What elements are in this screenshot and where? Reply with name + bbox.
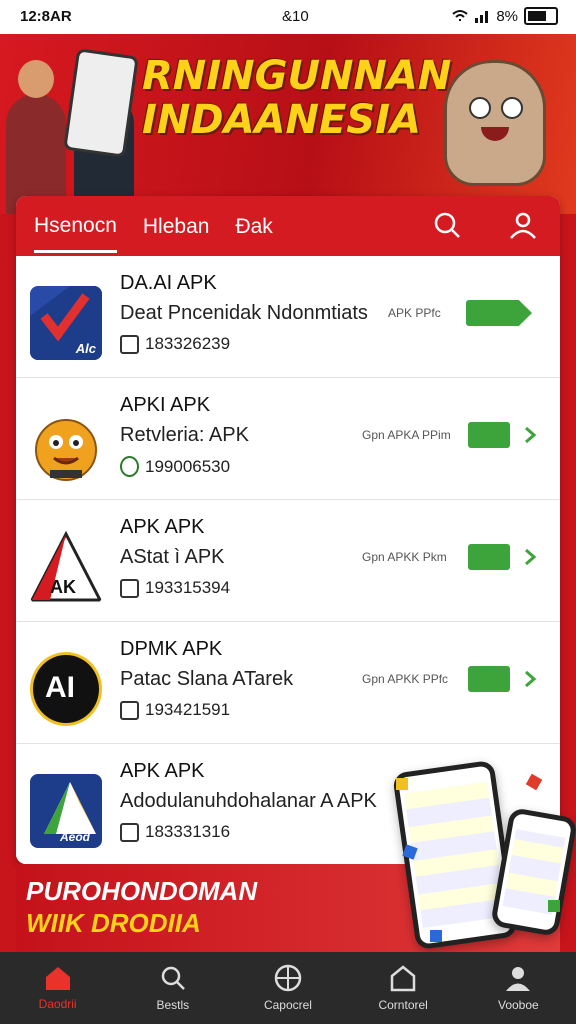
nav-label: Daodrii (38, 997, 77, 1011)
banner-title-line2: INDAANESIA (142, 97, 421, 143)
tab-2[interactable]: Ðak (235, 201, 272, 251)
app-name: APKI APK (120, 394, 211, 416)
promo-line2: WIIK DRODIIA (26, 908, 201, 938)
checkbox-icon[interactable] (120, 334, 139, 354)
shield-icon (120, 456, 139, 477)
nav-item-1[interactable]: Bestls (123, 964, 223, 1012)
download-label: Gpn APKK PPfc (362, 672, 449, 686)
list-item[interactable]: Alc DA.AI APK Deat Pncenidak Ndonmtiats … (16, 256, 560, 378)
nav-label: Vooboe (497, 998, 539, 1012)
download-button[interactable] (468, 544, 510, 570)
banner-title: RNINGUNNAN INDAANESIA (142, 53, 452, 143)
app-description: Retvleria: APK (120, 424, 249, 446)
app-meta: 183331316 (120, 822, 230, 842)
search-icon (161, 966, 185, 990)
chevron-right-icon[interactable] (520, 666, 540, 692)
app-description: Patac Slana ATarek (120, 668, 294, 690)
app-logo-icon: Alc (30, 286, 102, 360)
nav-label: Corntorel (378, 998, 428, 1012)
nav-label: Bestls (156, 998, 190, 1012)
box-icon (390, 965, 416, 992)
download-button[interactable] (468, 666, 510, 692)
confetti-shape (396, 778, 408, 790)
app-id: 193315394 (145, 578, 231, 597)
app-id: 183331316 (145, 822, 231, 841)
download-label: APK PPfc (388, 306, 441, 320)
nav-label: Capocrel (263, 998, 312, 1012)
app-id: 183326239 (145, 334, 231, 353)
tab-1[interactable]: Hleban (143, 201, 210, 251)
search-icon[interactable] (432, 210, 462, 240)
confetti-shape (548, 900, 560, 912)
list-item[interactable]: APKI APK Retvleria: APK 199006530 Gpn AP… (16, 378, 560, 500)
app-name: DA.AI APK (120, 272, 217, 294)
app-meta: 193315394 (120, 578, 230, 598)
app-meta: 193421591 (120, 700, 230, 720)
nav-item-2[interactable]: Capocrel (238, 964, 338, 1012)
checkbox-icon[interactable] (120, 578, 139, 598)
app-id: 199006530 (145, 456, 231, 476)
grid-icon (274, 964, 302, 992)
chevron-right-icon[interactable] (520, 544, 540, 570)
app-meta: 199006530 (120, 456, 230, 477)
status-icons: 8% (452, 7, 558, 25)
profile-icon (506, 967, 531, 991)
app-name: DPMK APK (120, 638, 223, 660)
tab-0[interactable]: Hsenocn (34, 200, 117, 253)
download-label: Gpn APKA PPim (362, 428, 451, 442)
list-item[interactable]: AK APK APK AStat ì APK 193315394 Gpn APK… (16, 500, 560, 622)
app-name: APK APK (120, 516, 205, 538)
status-time: 12:8AR (20, 8, 72, 25)
download-label: Gpn APKK Pkm (362, 550, 447, 564)
hero-banner[interactable]: RNINGUNNAN INDAANESIA (0, 34, 576, 214)
promo-line1: PUROHONDOMAN (26, 876, 258, 906)
nav-item-3[interactable]: Corntorel (353, 964, 453, 1012)
profile-icon[interactable] (508, 210, 538, 240)
list-item[interactable]: AI DPMK APK Patac Slana ATarek 193421591… (16, 622, 560, 744)
status-bar: 12:8AR &10 8% (0, 0, 576, 34)
app-logo-icon: AK (30, 530, 102, 604)
download-button[interactable] (466, 300, 532, 326)
checkbox-icon[interactable] (120, 700, 139, 720)
signal-icon (475, 11, 489, 23)
app-meta: 183326239 (120, 334, 230, 354)
home-icon (45, 967, 70, 990)
app-logo-icon (30, 408, 102, 482)
nav-item-0[interactable]: Daodrii (8, 965, 108, 1011)
app-description: Adodulanuhdohalanar A APK (120, 790, 377, 812)
nav-item-4[interactable]: Vooboe (468, 964, 568, 1012)
confetti-shape (430, 930, 442, 942)
wifi-icon (452, 10, 468, 21)
app-logo-icon: AI (30, 652, 102, 726)
battery-icon (524, 7, 558, 25)
status-center-text: &10 (282, 8, 309, 25)
banner-title-line1: RNINGUNNAN (142, 53, 452, 99)
battery-percent: 8% (496, 7, 518, 25)
tab-bar: Hsenocn Hleban Ðak (16, 196, 560, 256)
checkbox-icon[interactable] (120, 822, 139, 842)
app-logo-icon: Aeod (30, 774, 102, 848)
app-description: AStat ì APK (120, 546, 225, 568)
bottom-nav: Daodrii Bestls Capocrel Corntorel Vooboe (0, 952, 576, 1024)
chevron-right-icon[interactable] (520, 422, 540, 448)
mascot-illustration (444, 60, 546, 186)
app-description: Deat Pncenidak Ndonmtiats (120, 302, 368, 324)
app-id: 193421591 (145, 700, 231, 719)
download-button[interactable] (468, 422, 510, 448)
app-name: APK APK (120, 760, 205, 782)
